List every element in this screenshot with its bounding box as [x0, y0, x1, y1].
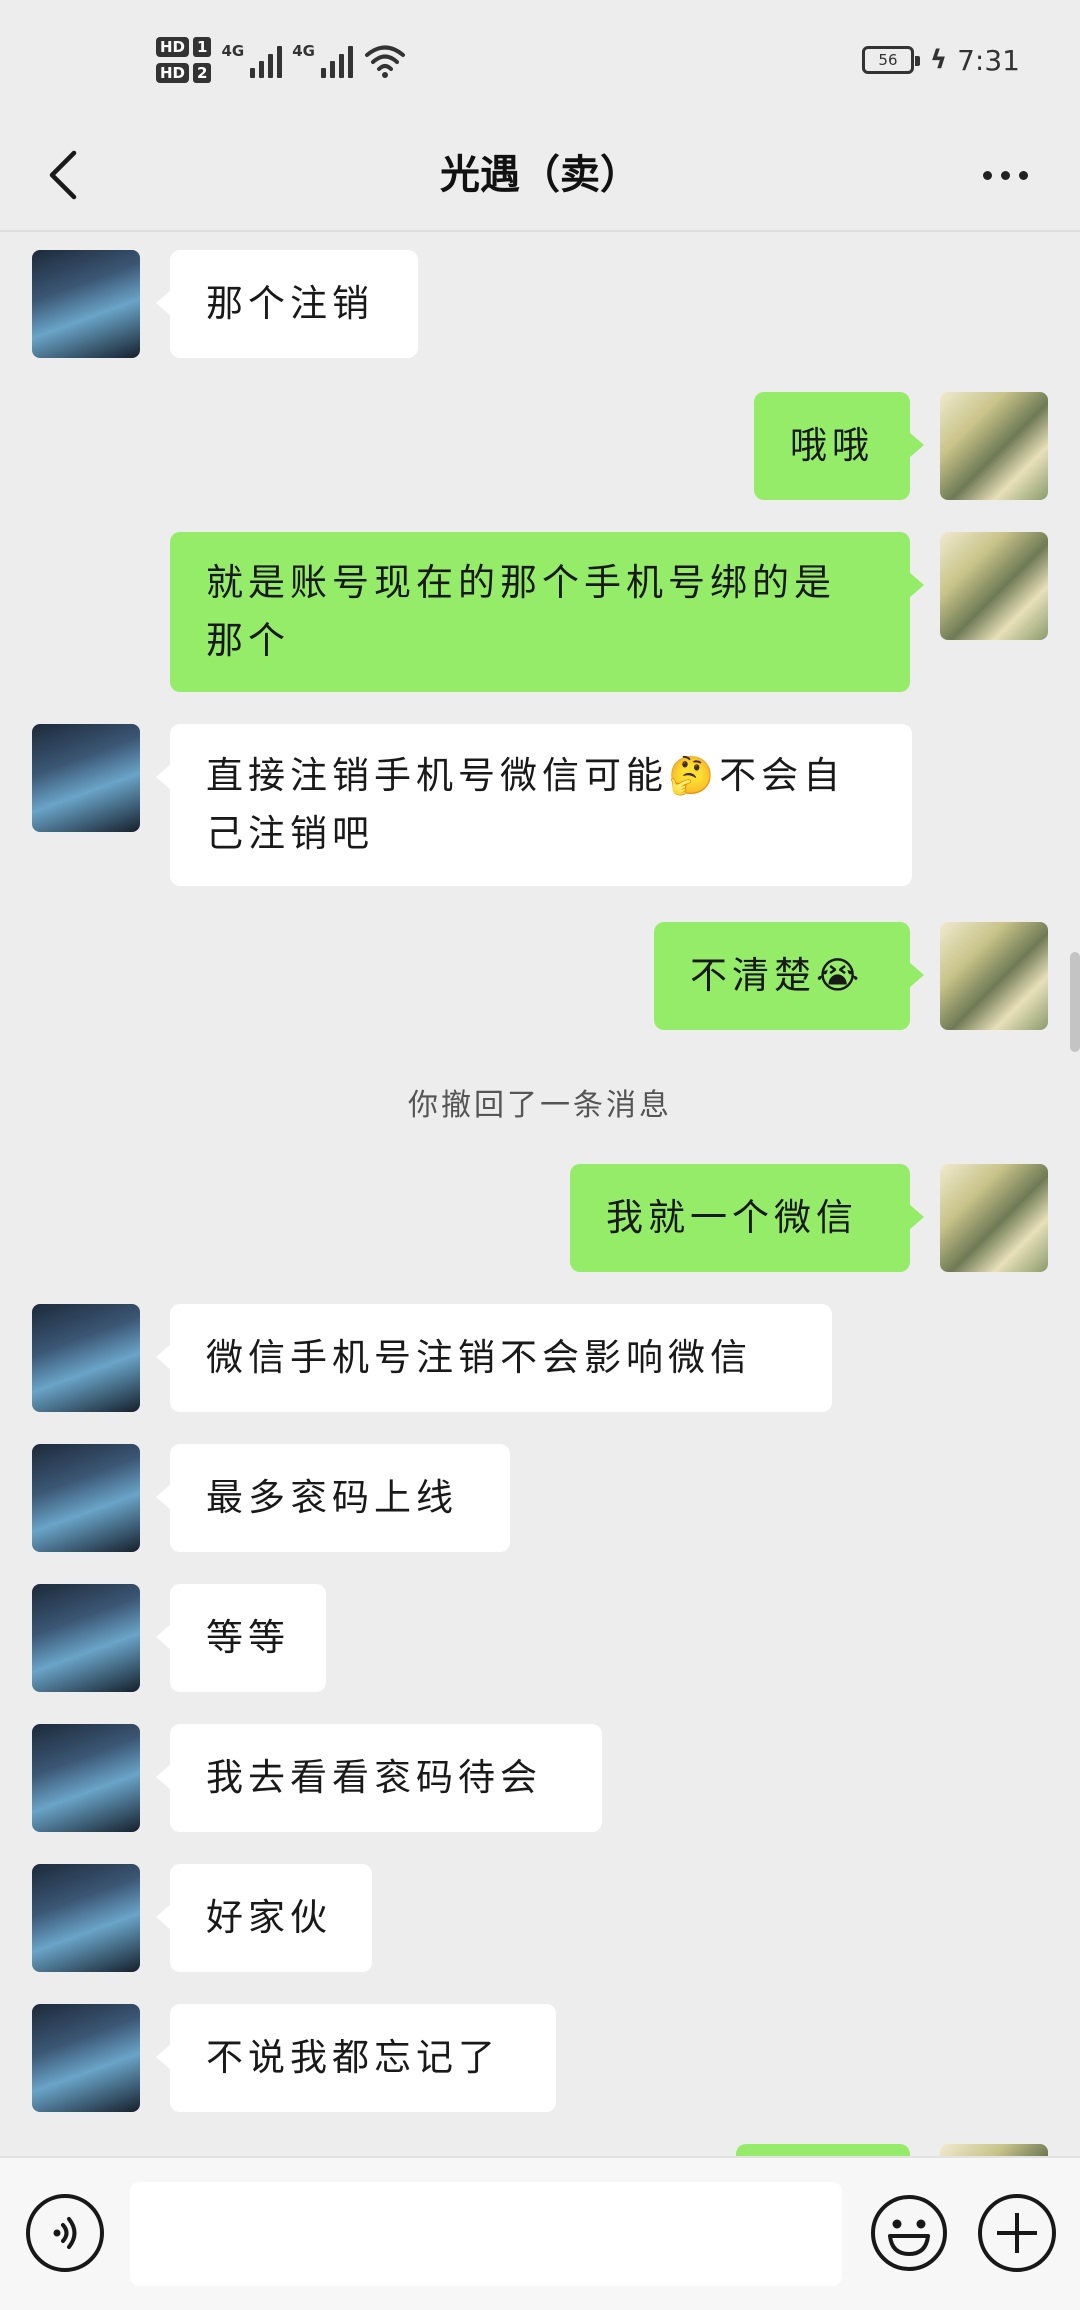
message-bubble[interactable]: 不说我都忘记了 [156, 2004, 556, 2112]
message-list[interactable]: 那个注销 哦哦 就是账号现在的那个手机号绑的是那个 直接注销手机号微信可能🤔不会… [0, 232, 1080, 2156]
voice-icon [53, 2217, 77, 2249]
hd2-badge: HD [156, 63, 190, 83]
message-bubble[interactable]: 不清楚😭 [654, 922, 924, 1030]
message-bubble[interactable]: 最多衮码上线 [156, 1444, 510, 1552]
sim1-number: 1 [193, 37, 212, 57]
battery-level: 56 [878, 51, 898, 69]
hd1-badge: HD [156, 37, 190, 57]
contact-avatar[interactable] [32, 1304, 140, 1412]
message-bubble[interactable]: 就是账号现在的那个手机号绑的是那个 [170, 532, 924, 692]
message-bubble[interactable]: 哦哦 [754, 392, 924, 500]
my-avatar[interactable] [940, 922, 1048, 1030]
more-button[interactable] [970, 150, 1040, 200]
recalled-notice: 你撤回了一条消息 [408, 1088, 672, 1123]
sim2-number: 2 [193, 63, 212, 83]
scrollbar[interactable] [1070, 952, 1080, 1052]
clock: 7:31 [957, 43, 1020, 77]
network-type-2: 4G [292, 42, 315, 60]
message-bubble[interactable]: 直接注销手机号微信可能🤔不会自己注销吧 [156, 724, 912, 886]
message-bubble-partial[interactable] [736, 2144, 910, 2156]
status-bar: HD 1 HD 2 4G 4G 56 ϟ 7:31 [0, 0, 1080, 120]
network-type-1: 4G [221, 42, 245, 60]
message-bubble[interactable]: 我就一个微信 [570, 1164, 924, 1272]
my-avatar[interactable] [940, 2144, 1048, 2156]
sim-indicators: HD 1 HD 2 [156, 37, 212, 83]
voice-button[interactable] [26, 2194, 104, 2272]
battery-icon: 56 [861, 46, 920, 74]
chat-header: 光遇（卖） [0, 120, 1080, 230]
contact-avatar[interactable] [32, 250, 140, 358]
contact-avatar[interactable] [32, 1444, 140, 1552]
status-left: HD 1 HD 2 4G 4G [156, 28, 407, 92]
plus-button[interactable] [978, 2194, 1056, 2272]
more-icon [982, 170, 992, 180]
my-avatar[interactable] [940, 392, 1048, 500]
contact-avatar[interactable] [32, 2004, 140, 2112]
status-right: 56 ϟ 7:31 [861, 38, 1020, 82]
message-bubble[interactable]: 微信手机号注销不会影响微信 [156, 1304, 832, 1412]
contact-avatar[interactable] [32, 724, 140, 832]
message-input[interactable] [130, 2182, 842, 2286]
contact-avatar[interactable] [32, 1864, 140, 1972]
signal-icon: 4G [221, 42, 283, 78]
my-avatar[interactable] [940, 532, 1048, 640]
message-bubble[interactable]: 好家伙 [156, 1864, 372, 1972]
my-avatar[interactable] [940, 1164, 1048, 1272]
sim1-indicator: HD 1 [156, 37, 212, 57]
contact-avatar[interactable] [32, 1584, 140, 1692]
sim2-indicator: HD 2 [156, 63, 212, 83]
contact-avatar[interactable] [32, 1724, 140, 1832]
chat-title: 光遇（卖） [440, 152, 640, 198]
message-bubble[interactable]: 我去看看衮码待会 [156, 1724, 602, 1832]
signal-icon-2: 4G [292, 42, 353, 78]
message-bubble[interactable]: 那个注销 [156, 250, 418, 358]
input-bar [0, 2156, 1080, 2310]
message-bubble[interactable]: 等等 [156, 1584, 326, 1692]
charging-icon: ϟ [929, 45, 948, 75]
emoji-button[interactable] [870, 2194, 948, 2272]
wifi-icon [364, 45, 405, 78]
